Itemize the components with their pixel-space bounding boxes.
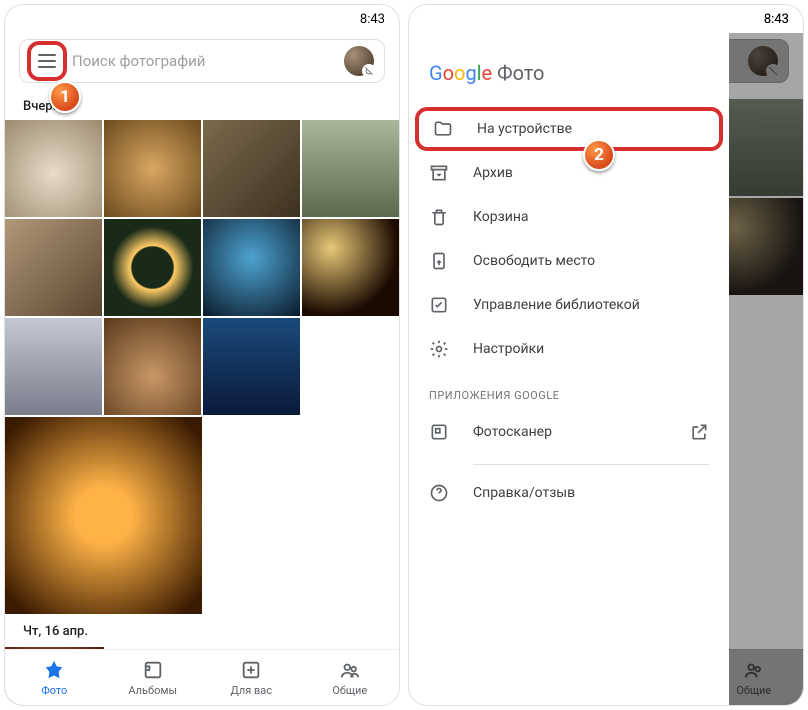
menu-photoscanner[interactable]: Фотосканер [409,410,729,454]
menu-label: Корзина [473,209,529,225]
clock: 8:43 [360,12,385,27]
search-bar[interactable]: Поиск фотографий [19,39,385,83]
scrim[interactable] [729,33,803,705]
photo-thumb[interactable] [104,318,201,415]
menu-library[interactable]: Управление библиотекой [409,283,729,327]
right-screen: 8:43 Общие 8:43 Google Фото [409,5,803,705]
nav-label: Фото [41,684,67,697]
photo-thumb[interactable] [203,318,300,415]
library-icon [429,295,449,315]
help-icon [429,483,449,503]
freeup-icon [429,251,449,271]
photo-thumb[interactable] [104,120,201,217]
status-bar: 8:43 [409,5,803,33]
menu-archive[interactable]: Архив [409,151,729,195]
menu-label: Справка/отзыв [473,485,575,501]
section-date: Чт, 16 апр. [5,614,399,645]
photo-grid [5,120,399,415]
clock: 8:43 [764,12,789,27]
nav-label: Общие [332,684,367,697]
shared-icon [339,659,361,681]
photo-thumb[interactable] [5,120,102,217]
trash-icon [429,207,449,227]
status-bar: 8:43 [5,5,399,33]
menu-settings[interactable]: Настройки [409,327,729,371]
archive-icon [429,163,449,183]
photo-thumb[interactable] [302,219,399,316]
drawer-title: Google Фото [409,45,729,107]
photo-thumb[interactable] [104,219,201,316]
bottom-nav: Фото Альбомы Для вас Общие [5,649,399,705]
menu-label: На устройстве [477,121,572,137]
menu-help[interactable]: Справка/отзыв [409,471,729,515]
nav-photos[interactable]: Фото [5,650,104,705]
hamburger-icon [38,54,56,68]
menu-section-apps: ПРИЛОЖЕНИЯ GOOGLE [409,371,729,410]
foryou-icon [240,659,262,681]
callout-2: 2 [583,139,615,171]
menu-label: Фотосканер [473,424,552,440]
photos-icon [43,659,65,681]
photo-thumb[interactable] [302,120,399,217]
folder-icon [433,119,453,139]
divider [473,464,709,465]
nav-drawer: Google Фото На устройстве 2 Архив Корзин… [409,33,729,705]
external-link-icon [689,422,709,442]
left-screen: 8:43 Поиск фотографий 1 Вчера Чт, 1 [5,5,399,705]
menu-label: Настройки [473,341,544,357]
menu-trash[interactable]: Корзина [409,195,729,239]
gear-icon [429,339,449,359]
nav-shared[interactable]: Общие [301,650,400,705]
nav-label: Альбомы [128,684,177,697]
photo-thumb[interactable] [203,219,300,316]
menu-label: Управление библиотекой [473,297,640,313]
menu-freeup[interactable]: Освободить место [409,239,729,283]
menu-label: Архив [473,165,513,181]
photo-thumb[interactable] [203,120,300,217]
callout-1: 1 [49,81,81,113]
search-placeholder: Поиск фотографий [30,52,334,70]
photo-thumb-large[interactable] [5,417,202,614]
albums-icon [142,659,164,681]
sync-off-icon [362,64,376,78]
nav-albums[interactable]: Альбомы [104,650,203,705]
nav-label: Для вас [230,684,272,697]
nav-foryou[interactable]: Для вас [202,650,301,705]
menu-button[interactable] [27,41,67,81]
scanner-icon [429,422,449,442]
photo-thumb[interactable] [5,219,102,316]
photo-thumb[interactable] [5,318,102,415]
menu-label: Освободить место [473,253,595,269]
avatar[interactable] [344,46,374,76]
menu-on-device[interactable]: На устройстве [415,107,723,151]
